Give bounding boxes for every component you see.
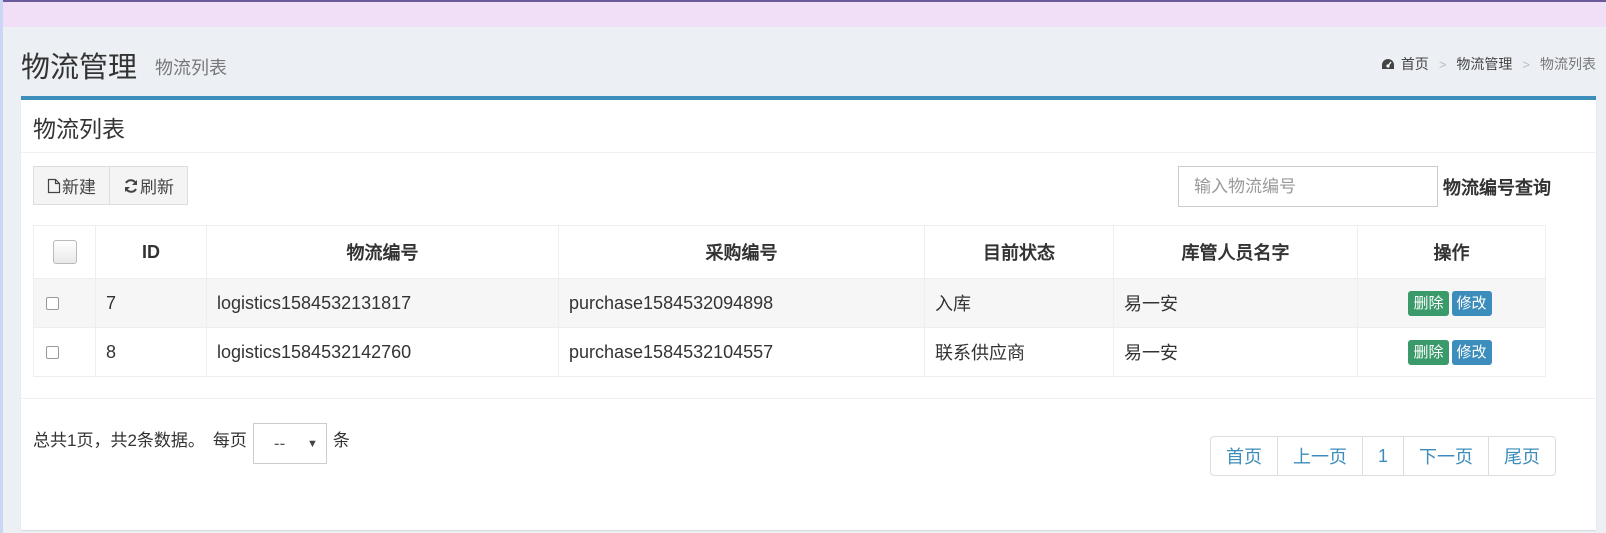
delete-button[interactable]: 删除 xyxy=(1408,290,1449,316)
column-header-purchase-no[interactable]: 采购编号 xyxy=(558,225,925,279)
cell-keeper: 易一安 xyxy=(1113,327,1358,377)
row-select-cell xyxy=(33,327,96,377)
table-row: 7 logistics1584532131817 purchase1584532… xyxy=(33,278,1546,328)
breadcrumb-logistics[interactable]: 物流管理 xyxy=(1456,54,1512,74)
breadcrumb: 首页 > 物流管理 > 物流列表 xyxy=(1381,54,1596,74)
box-divider xyxy=(21,152,1596,153)
cell-purchase-no: purchase1584532094898 xyxy=(558,278,925,328)
left-edge xyxy=(0,0,3,533)
dashboard-icon xyxy=(1381,59,1394,69)
new-button[interactable]: 新建 xyxy=(33,166,110,205)
page-title: 物流管理 xyxy=(21,52,138,84)
page-subtitle: 物流列表 xyxy=(155,58,227,78)
breadcrumb-home[interactable]: 首页 xyxy=(1381,54,1429,74)
content-header: 物流管理 物流列表 首页 > 物流管理 > 物流列表 xyxy=(21,40,1596,88)
logistics-table: ID 物流编号 采购编号 目前状态 库管人员名字 操作 7 logistics1… xyxy=(33,225,1546,377)
select-all-header xyxy=(33,225,96,279)
page-number[interactable]: 1 xyxy=(1363,436,1405,476)
summary-text: 总共1页，共2条数据。 xyxy=(33,431,205,450)
edit-button[interactable]: 修改 xyxy=(1451,339,1492,365)
box-title: 物流列表 xyxy=(33,116,125,142)
table-row: 8 logistics1584532142760 purchase1584532… xyxy=(33,327,1546,377)
table-header-row: ID 物流编号 采购编号 目前状态 库管人员名字 操作 xyxy=(33,225,1546,279)
delete-button[interactable]: 删除 xyxy=(1408,339,1449,365)
column-header-logistics-no[interactable]: 物流编号 xyxy=(206,225,559,279)
column-header-status[interactable]: 目前状态 xyxy=(924,225,1114,279)
pagination: 首页 上一页 1 下一页 尾页 xyxy=(1210,436,1557,476)
page-prev[interactable]: 上一页 xyxy=(1278,436,1363,476)
cell-id: 7 xyxy=(95,278,207,328)
select-all-checkbox[interactable] xyxy=(52,240,77,264)
page-summary: 总共1页，共2条数据。 每页 -- ▼ 条 xyxy=(33,418,350,464)
logistics-number-search-input[interactable] xyxy=(1178,166,1438,207)
cell-actions: 删除 修改 xyxy=(1357,278,1546,328)
chevron-down-icon: ▼ xyxy=(307,437,318,450)
column-header-keeper[interactable]: 库管人员名字 xyxy=(1113,225,1358,279)
per-page-label: 每页 xyxy=(212,431,247,450)
row-checkbox[interactable] xyxy=(46,346,59,360)
breadcrumb-home-label: 首页 xyxy=(1400,56,1429,72)
column-header-id[interactable]: ID xyxy=(95,225,207,279)
cell-keeper: 易一安 xyxy=(1113,278,1358,328)
row-checkbox[interactable] xyxy=(46,297,59,311)
cell-logistics-no: logistics1584532131817 xyxy=(206,278,559,328)
breadcrumb-separator: > xyxy=(1522,56,1530,72)
edit-button[interactable]: 修改 xyxy=(1451,290,1492,316)
cell-status: 入库 xyxy=(924,278,1114,328)
top-banner xyxy=(0,0,1606,27)
page-next[interactable]: 下一页 xyxy=(1404,436,1490,476)
page-size-select[interactable]: -- ▼ xyxy=(252,423,327,464)
refresh-icon xyxy=(125,178,137,193)
toolbar: 新建 刷新 xyxy=(33,166,188,205)
cell-logistics-no: logistics1584532142760 xyxy=(206,327,559,377)
footer-divider xyxy=(21,398,1596,399)
logistics-number-search-button[interactable]: 物流编号查询 xyxy=(1443,174,1551,200)
logistics-list-box: 物流列表 新建 刷新 物流编号查询 xyxy=(21,96,1596,530)
refresh-button[interactable]: 刷新 xyxy=(110,166,188,205)
row-select-cell xyxy=(33,278,96,328)
cell-purchase-no: purchase1584532104557 xyxy=(558,327,925,377)
breadcrumb-current: 物流列表 xyxy=(1540,56,1596,72)
refresh-button-label: 刷新 xyxy=(140,178,174,197)
file-icon xyxy=(47,178,61,193)
unit-label: 条 xyxy=(332,431,350,450)
page-first[interactable]: 首页 xyxy=(1210,436,1278,476)
new-button-label: 新建 xyxy=(62,178,96,197)
column-header-actions: 操作 xyxy=(1357,225,1546,279)
breadcrumb-separator: > xyxy=(1438,56,1447,72)
cell-id: 8 xyxy=(95,327,207,377)
page-last[interactable]: 尾页 xyxy=(1489,436,1557,476)
cell-status: 联系供应商 xyxy=(924,327,1114,377)
page-size-value: -- xyxy=(273,433,286,453)
cell-actions: 删除 修改 xyxy=(1357,327,1546,377)
